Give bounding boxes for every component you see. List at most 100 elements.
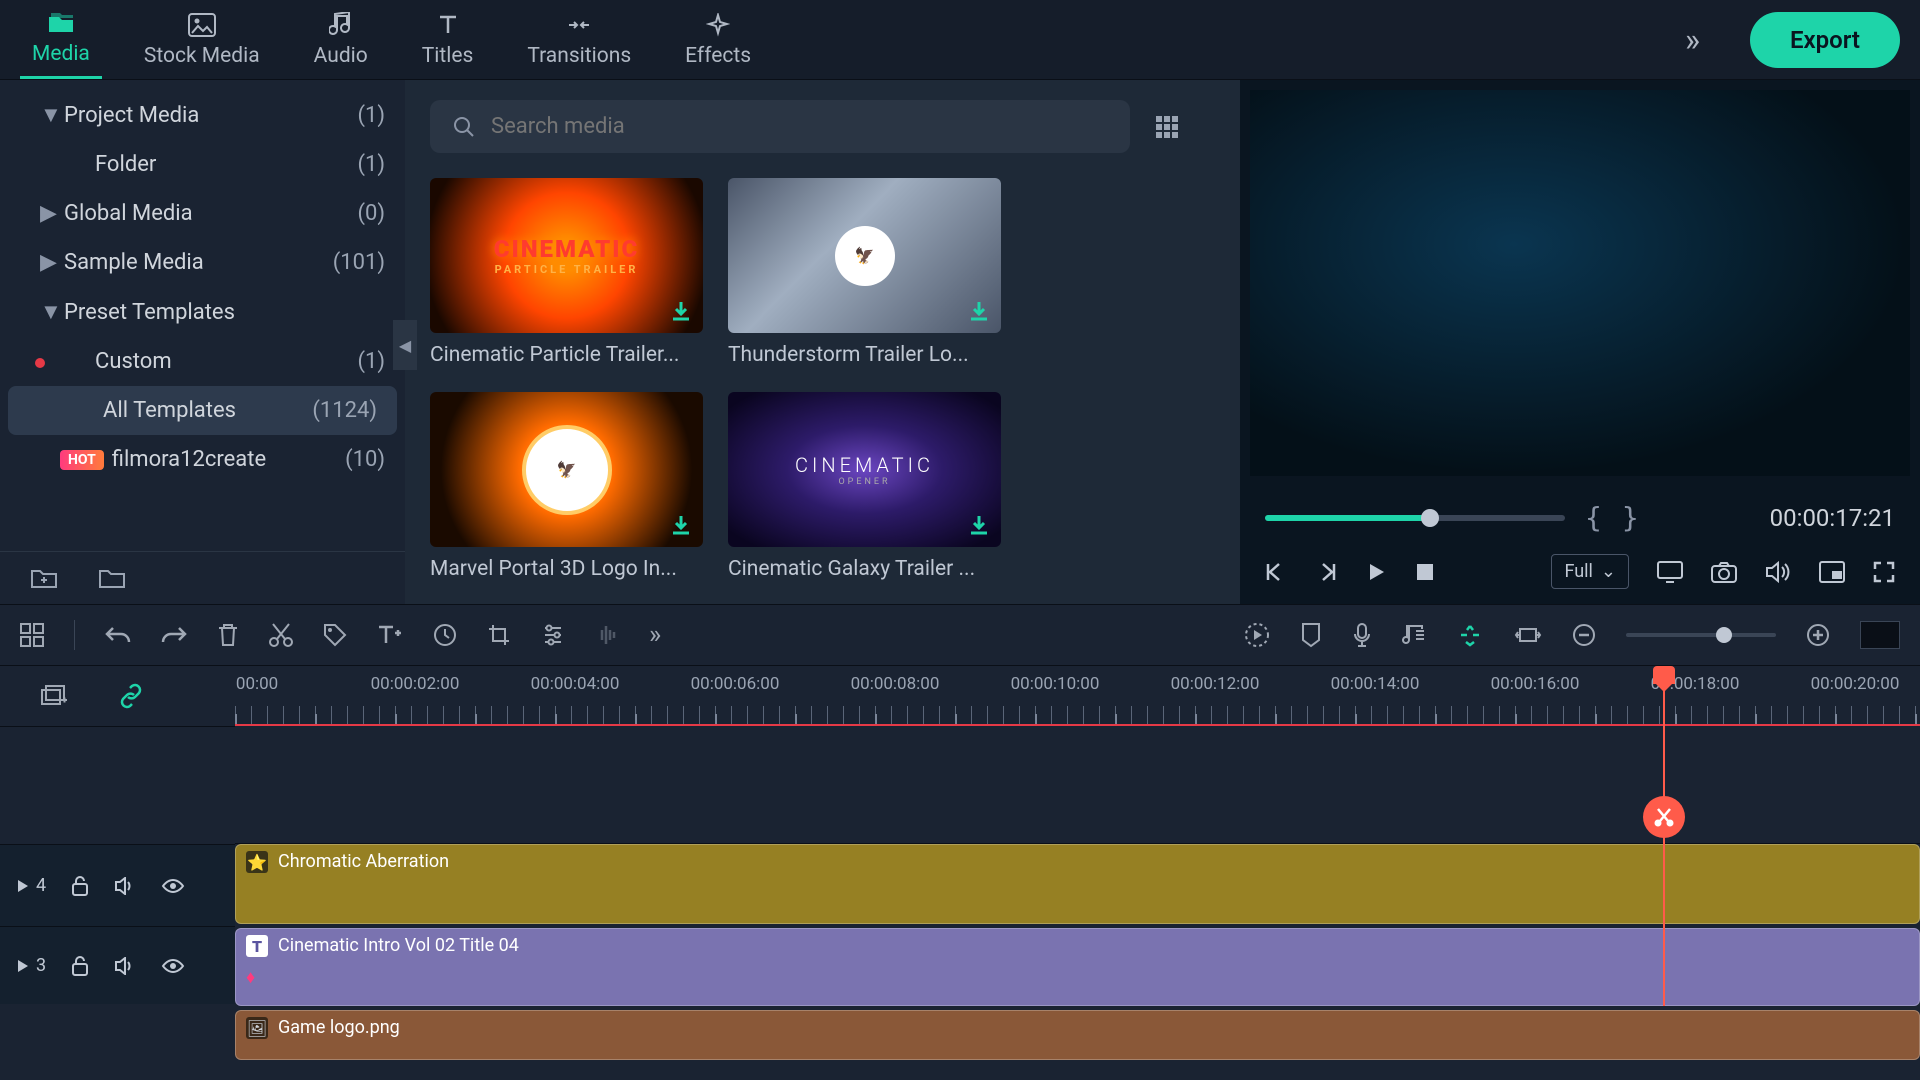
adjust-button[interactable] <box>541 624 565 646</box>
chevron-right-icon: ▶ <box>40 250 64 275</box>
timeline: 4 3 :00:0000:00:02:0000:00:04:0000:00:06… <box>0 666 1920 1080</box>
tab-titles[interactable]: Titles <box>410 3 486 76</box>
ruler-tick-label: 00:00:14:00 <box>1331 674 1420 694</box>
zoom-out-button[interactable] <box>1572 623 1596 647</box>
play-button[interactable] <box>1365 561 1387 583</box>
timeline-clip-title[interactable]: T Cinematic Intro Vol 02 Title 04 ♦ <box>235 928 1920 1006</box>
media-thumbnail: CINEMATIC OPENER <box>728 392 1001 547</box>
media-item[interactable]: 🦅 Thunderstorm Trailer Lo... <box>728 178 1001 367</box>
timeline-toolbar: » <box>0 604 1920 666</box>
timeline-clip-image[interactable]: 🖼 Game logo.png <box>235 1010 1920 1060</box>
media-item[interactable]: 🦅 Marvel Portal 3D Logo In... <box>430 392 703 581</box>
sparkle-icon <box>704 11 732 39</box>
download-icon[interactable] <box>669 513 693 537</box>
visibility-icon[interactable] <box>161 958 185 974</box>
preview-scrubber[interactable] <box>1265 515 1565 521</box>
media-item[interactable]: CINEMATIC PARTICLE TRAILER Cinematic Par… <box>430 178 703 367</box>
zoom-slider-handle[interactable] <box>1716 627 1732 643</box>
sidebar-item-project-media[interactable]: ▼ Project Media (1) <box>0 90 405 140</box>
zoom-fit-button[interactable] <box>1860 621 1900 649</box>
folder-icon[interactable] <box>98 567 126 589</box>
text-icon <box>434 11 462 39</box>
layout-button[interactable] <box>20 623 44 647</box>
timeline-clip-effect[interactable]: ⭐ Chromatic Aberration <box>235 844 1920 924</box>
collapse-sidebar-button[interactable]: ◀ <box>393 320 417 370</box>
sidebar-item-folder[interactable]: Folder (1) <box>0 140 405 189</box>
tab-transitions[interactable]: Transitions <box>515 3 643 76</box>
search-box[interactable] <box>430 100 1130 153</box>
mute-icon[interactable] <box>114 877 136 895</box>
sidebar-item-preset-templates[interactable]: ▼ Preset Templates <box>0 287 405 337</box>
grid-view-icon[interactable] <box>1155 115 1179 139</box>
tab-audio[interactable]: Audio <box>302 3 380 76</box>
display-mode-button[interactable] <box>1657 561 1683 583</box>
eagle-logo-icon: 🦅 <box>835 226 895 286</box>
track-header-3[interactable]: 3 <box>0 926 235 1004</box>
audio-mixer-button[interactable] <box>1402 623 1426 647</box>
next-frame-button[interactable] <box>1315 561 1337 583</box>
sidebar-item-custom[interactable]: Custom (1) <box>0 337 405 386</box>
mark-in-button[interactable]: { <box>1585 501 1602 534</box>
mark-out-button[interactable]: } <box>1622 501 1639 534</box>
sidebar-item-filmora12create[interactable]: HOT filmora12create (10) <box>0 435 405 484</box>
media-sidebar: ▼ Project Media (1) Folder (1) ▶ Global … <box>0 80 405 604</box>
ruler-tick-label: 00:00:18:00 <box>1651 674 1740 694</box>
tag-button[interactable] <box>323 623 347 647</box>
search-input[interactable] <box>491 114 1108 139</box>
auto-ripple-button[interactable] <box>1514 625 1542 645</box>
export-button[interactable]: Export <box>1750 12 1900 68</box>
track-header-4[interactable]: 4 <box>0 844 235 926</box>
volume-button[interactable] <box>1765 561 1791 583</box>
zoom-in-button[interactable] <box>1806 623 1830 647</box>
tab-label: Titles <box>422 44 474 68</box>
audio-waveform-button[interactable] <box>595 624 619 646</box>
tab-media[interactable]: Media <box>20 1 102 79</box>
link-button[interactable] <box>118 683 144 709</box>
marker-button[interactable] <box>1300 622 1322 648</box>
ruler-tick-label: 00:00:06:00 <box>691 674 780 694</box>
tab-stock-media[interactable]: Stock Media <box>132 3 272 76</box>
split-button[interactable] <box>269 622 293 648</box>
preview-canvas[interactable] <box>1250 90 1910 476</box>
media-label: Marvel Portal 3D Logo In... <box>430 557 703 581</box>
speed-button[interactable] <box>433 623 457 647</box>
lock-icon[interactable] <box>71 876 89 896</box>
pip-button[interactable] <box>1819 561 1845 583</box>
transitions-icon <box>565 11 593 39</box>
zoom-slider[interactable] <box>1626 633 1776 637</box>
scrubber-handle[interactable] <box>1421 509 1439 527</box>
download-icon[interactable] <box>967 513 991 537</box>
render-preview-button[interactable] <box>1244 622 1270 648</box>
top-tab-bar: Media Stock Media Audio Titles Transitio… <box>0 0 1920 80</box>
media-item[interactable]: CINEMATIC OPENER Cinematic Galaxy Traile… <box>728 392 1001 581</box>
crop-button[interactable] <box>487 623 511 647</box>
visibility-icon[interactable] <box>161 878 185 894</box>
add-track-button[interactable] <box>40 684 68 708</box>
more-tools-button[interactable]: » <box>649 620 661 650</box>
media-label: Cinematic Particle Trailer... <box>430 343 703 367</box>
media-thumbnail: 🦅 <box>728 178 1001 333</box>
sidebar-item-sample-media[interactable]: ▶ Sample Media (101) <box>0 238 405 287</box>
music-note-icon <box>327 11 355 39</box>
redo-button[interactable] <box>161 624 187 646</box>
snapshot-button[interactable] <box>1711 561 1737 583</box>
delete-button[interactable] <box>217 622 239 648</box>
sidebar-item-all-templates[interactable]: All Templates (1124) <box>8 386 397 435</box>
download-icon[interactable] <box>669 299 693 323</box>
prev-frame-button[interactable] <box>1265 561 1287 583</box>
add-text-button[interactable] <box>377 623 403 647</box>
quality-select[interactable]: Full⌄ <box>1551 554 1629 589</box>
mute-icon[interactable] <box>114 957 136 975</box>
more-tabs-button[interactable]: » <box>1665 21 1720 59</box>
sidebar-item-global-media[interactable]: ▶ Global Media (0) <box>0 189 405 238</box>
fullscreen-button[interactable] <box>1873 561 1895 583</box>
stop-button[interactable] <box>1415 562 1435 582</box>
add-folder-icon[interactable] <box>30 567 58 589</box>
voiceover-button[interactable] <box>1352 622 1372 648</box>
undo-button[interactable] <box>105 624 131 646</box>
lock-icon[interactable] <box>71 956 89 976</box>
magnetic-timeline-button[interactable] <box>1456 623 1484 647</box>
download-icon[interactable] <box>967 299 991 323</box>
timeline-ruler[interactable]: :00:0000:00:02:0000:00:04:0000:00:06:000… <box>235 666 1920 726</box>
tab-effects[interactable]: Effects <box>673 3 763 76</box>
